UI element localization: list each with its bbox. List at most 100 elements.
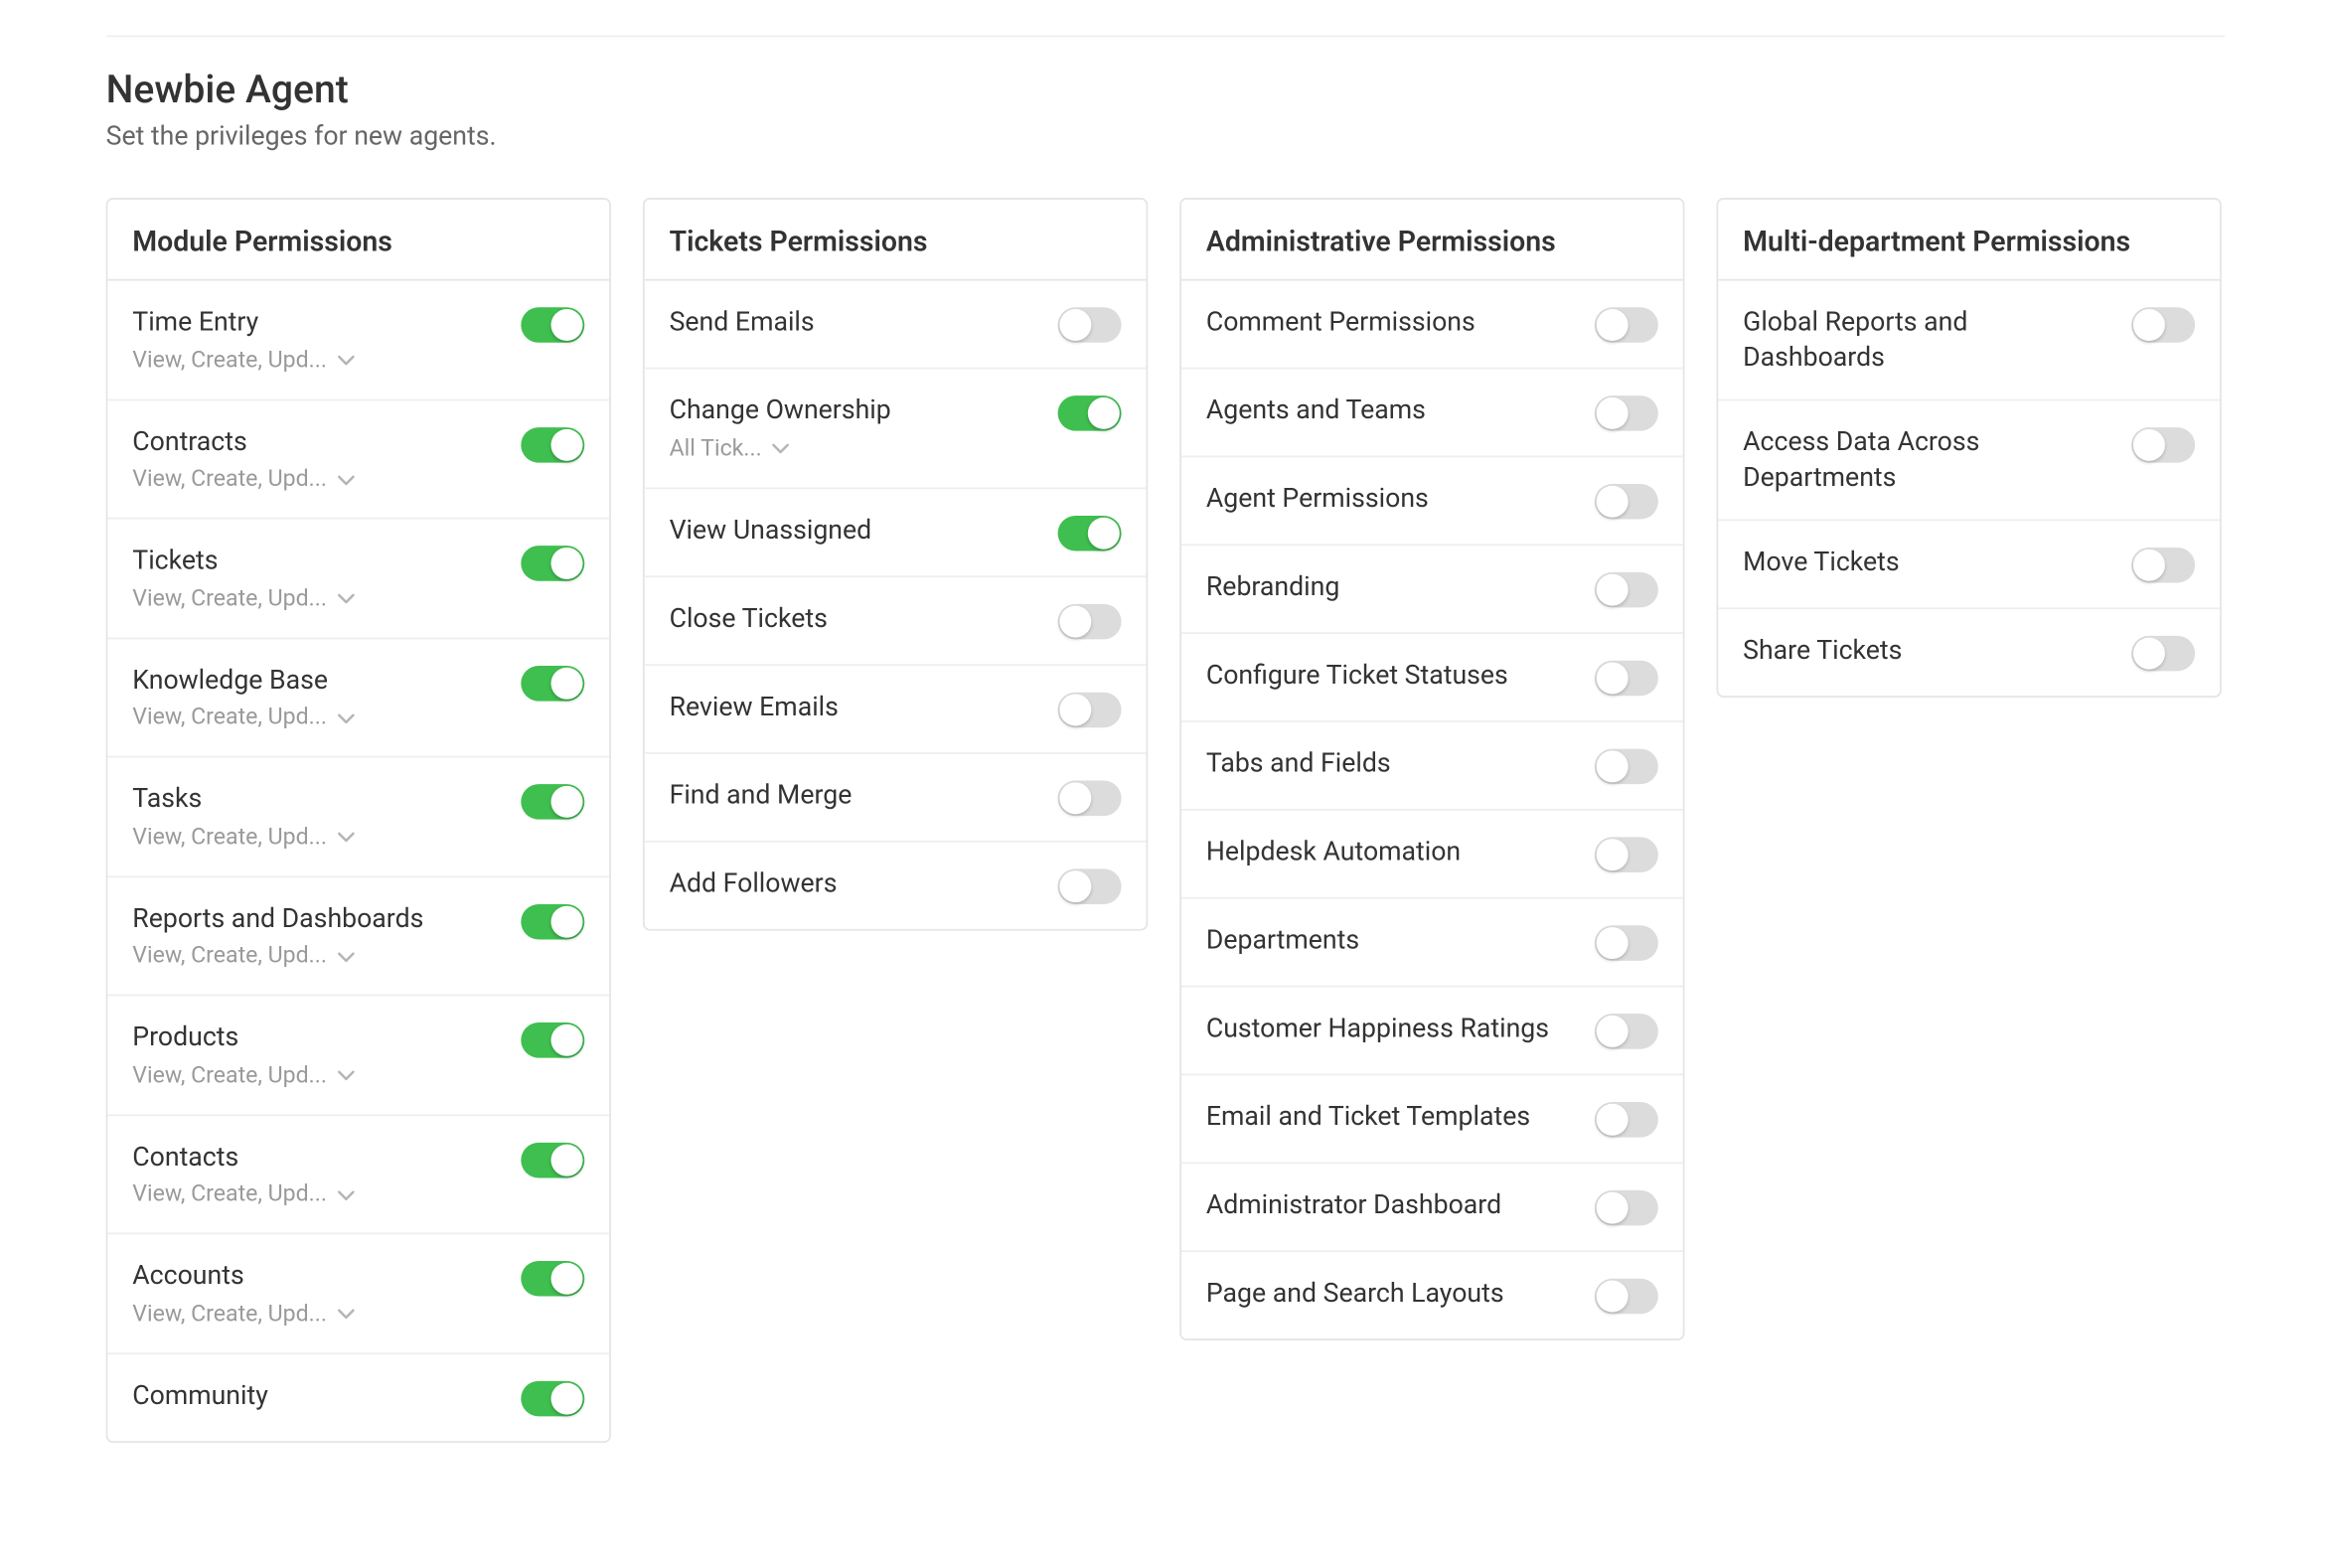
perm-sub-knowledge-base[interactable]: View, Create, Upd... (132, 705, 362, 731)
toggle-close-tickets[interactable] (1058, 603, 1122, 639)
toggle-knowledge-base[interactable] (521, 665, 584, 701)
perm-row-comment-permissions: Comment Permissions (1181, 281, 1683, 370)
perm-label-admin-dashboard: Administrator Dashboard (1206, 1188, 1577, 1223)
toggle-contacts[interactable] (521, 1142, 584, 1177)
perm-row-global-reports-dashboards: Global Reports and Dashboards (1718, 281, 2220, 401)
page-title: Newbie Agent (106, 69, 2226, 112)
toggle-add-followers[interactable] (1058, 868, 1122, 904)
perm-row-agents-teams: Agents and Teams (1181, 369, 1683, 457)
toggle-departments[interactable] (1595, 925, 1658, 961)
chevron-down-icon (338, 709, 356, 727)
perm-main-view-unassigned: View Unassigned (670, 513, 1058, 548)
perm-row-agent-permissions: Agent Permissions (1181, 457, 1683, 546)
toggle-rebranding[interactable] (1595, 572, 1658, 608)
toggle-tabs-fields[interactable] (1595, 749, 1658, 785)
perm-row-contracts: Contracts View, Create, Upd... (107, 400, 609, 520)
toggle-comment-permissions[interactable] (1595, 307, 1658, 343)
perm-label-tabs-fields: Tabs and Fields (1206, 747, 1577, 782)
perm-sub-text-contracts: View, Create, Upd... (132, 466, 327, 493)
perm-row-email-ticket-templates: Email and Ticket Templates (1181, 1075, 1683, 1164)
toggle-agents-teams[interactable] (1595, 395, 1658, 431)
panel-header-module: Module Permissions (107, 200, 609, 281)
perm-label-agents-teams: Agents and Teams (1206, 393, 1577, 428)
toggle-admin-dashboard[interactable] (1595, 1190, 1658, 1226)
perm-sub-change-ownership[interactable]: All Tick... (670, 435, 899, 462)
toggle-share-tickets[interactable] (2131, 636, 2195, 672)
toggle-send-emails[interactable] (1058, 307, 1122, 343)
toggle-agent-permissions[interactable] (1595, 484, 1658, 520)
perm-sub-contacts[interactable]: View, Create, Upd... (132, 1181, 362, 1208)
perm-sub-text-time-entry: View, Create, Upd... (132, 347, 327, 374)
perm-label-configure-ticket-status: Configure Ticket Statuses (1206, 659, 1577, 694)
panel-multidept: Multi-department PermissionsGlobal Repor… (1717, 198, 2222, 698)
perm-main-add-followers: Add Followers (670, 866, 1058, 901)
toggle-customer-happiness[interactable] (1595, 1014, 1658, 1049)
perm-row-find-merge: Find and Merge (645, 753, 1147, 842)
toggle-access-data-across-depts[interactable] (2131, 427, 2195, 463)
chevron-down-icon (338, 352, 356, 370)
perm-row-review-emails: Review Emails (645, 665, 1147, 753)
perm-sub-time-entry[interactable]: View, Create, Upd... (132, 347, 362, 374)
perm-label-add-followers: Add Followers (670, 866, 1040, 901)
toggle-products[interactable] (521, 1022, 584, 1058)
perm-label-comment-permissions: Comment Permissions (1206, 305, 1577, 340)
toggle-tickets[interactable] (521, 546, 584, 581)
toggle-view-unassigned[interactable] (1058, 515, 1122, 550)
perm-row-customer-happiness: Customer Happiness Ratings (1181, 987, 1683, 1075)
perm-label-reports-dashboards: Reports and Dashboards (132, 901, 503, 936)
toggle-accounts[interactable] (521, 1261, 584, 1297)
perm-sub-tasks[interactable]: View, Create, Upd... (132, 824, 362, 851)
perm-label-community: Community (132, 1378, 503, 1413)
perm-sub-products[interactable]: View, Create, Upd... (132, 1062, 362, 1089)
perm-row-helpdesk-automation: Helpdesk Automation (1181, 811, 1683, 899)
perm-main-products: ProductsView, Create, Upd... (132, 1020, 521, 1088)
perm-row-view-unassigned: View Unassigned (645, 488, 1147, 576)
perm-row-add-followers: Add Followers (645, 842, 1147, 928)
perm-row-change-ownership: Change OwnershipAll Tick... (645, 369, 1147, 488)
toggle-global-reports-dashboards[interactable] (2131, 307, 2195, 343)
toggle-find-merge[interactable] (1058, 780, 1122, 816)
toggle-reports-dashboards[interactable] (521, 903, 584, 939)
perm-row-move-tickets: Move Tickets (1718, 521, 2220, 609)
toggle-tasks[interactable] (521, 784, 584, 820)
toggle-configure-ticket-status[interactable] (1595, 661, 1658, 697)
perm-sub-reports-dashboards[interactable]: View, Create, Upd... (132, 943, 362, 970)
perm-label-contracts: Contracts (132, 424, 503, 459)
toggle-change-ownership[interactable] (1058, 395, 1122, 431)
perm-label-helpdesk-automation: Helpdesk Automation (1206, 836, 1577, 870)
perm-main-customer-happiness: Customer Happiness Ratings (1206, 1012, 1595, 1046)
perm-label-move-tickets: Move Tickets (1743, 546, 2113, 580)
perm-main-find-merge: Find and Merge (670, 778, 1058, 813)
perm-row-page-search-layouts: Page and Search Layouts (1181, 1252, 1683, 1338)
perm-label-time-entry: Time Entry (132, 305, 503, 340)
perm-sub-contracts[interactable]: View, Create, Upd... (132, 466, 362, 493)
toggle-move-tickets[interactable] (2131, 548, 2195, 583)
perm-row-configure-ticket-status: Configure Ticket Statuses (1181, 634, 1683, 722)
chevron-down-icon (338, 829, 356, 847)
toggle-community[interactable] (521, 1380, 584, 1416)
panel-header-multidept: Multi-department Permissions (1718, 200, 2220, 281)
toggle-email-ticket-templates[interactable] (1595, 1102, 1658, 1138)
perm-row-knowledge-base: Knowledge BaseView, Create, Upd... (107, 638, 609, 757)
toggle-helpdesk-automation[interactable] (1595, 837, 1658, 872)
perm-main-change-ownership: Change OwnershipAll Tick... (670, 393, 1058, 461)
panel-tickets: Tickets PermissionsSend EmailsChange Own… (643, 198, 1148, 930)
top-divider (106, 36, 2226, 38)
perm-label-contacts: Contacts (132, 1140, 503, 1175)
perm-label-tickets: Tickets (132, 544, 503, 578)
toggle-page-search-layouts[interactable] (1595, 1279, 1658, 1315)
perm-sub-accounts[interactable]: View, Create, Upd... (132, 1301, 362, 1328)
perm-main-review-emails: Review Emails (670, 690, 1058, 724)
perm-sub-tickets[interactable]: View, Create, Upd... (132, 585, 362, 612)
perm-sub-text-contacts: View, Create, Upd... (132, 1181, 327, 1208)
toggle-review-emails[interactable] (1058, 692, 1122, 727)
perm-row-admin-dashboard: Administrator Dashboard (1181, 1164, 1683, 1252)
perm-sub-text-change-ownership: All Tick... (670, 435, 762, 462)
perm-row-send-emails: Send Emails (645, 281, 1147, 370)
perm-row-tabs-fields: Tabs and Fields (1181, 722, 1683, 811)
perm-main-access-data-across-depts: Access Data Across Departments (1743, 425, 2131, 494)
perm-label-share-tickets: Share Tickets (1743, 634, 2113, 669)
toggle-time-entry[interactable] (521, 307, 584, 343)
perm-main-move-tickets: Move Tickets (1743, 546, 2131, 580)
toggle-contracts[interactable] (521, 426, 584, 462)
